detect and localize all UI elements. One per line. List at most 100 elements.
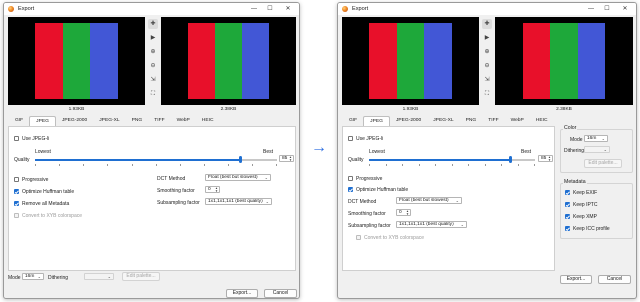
- use-jpeg-li-checkbox[interactable]: [14, 136, 19, 141]
- dithering-select[interactable]: ⌄: [84, 273, 114, 280]
- color-edit-palette-button[interactable]: Edit palette...: [584, 159, 622, 168]
- quality-slider-fill: [369, 159, 511, 161]
- exported-size: 2.38KB: [220, 107, 237, 112]
- tab-heic[interactable]: HEIC: [196, 116, 220, 126]
- optimize-huffman-checkbox[interactable]: [14, 189, 19, 194]
- keep-iptc-checkbox[interactable]: [565, 202, 570, 207]
- tab-jpeg[interactable]: JPEG: [363, 116, 390, 126]
- color-mode-label: Mode: [570, 137, 583, 143]
- subsampling-select[interactable]: 1x1,1x1,1x1 (best quality) ⌄: [205, 198, 272, 205]
- zoom-in-icon[interactable]: ⊕: [148, 47, 158, 57]
- exported-size: 2.38KB: [556, 107, 572, 112]
- remove-metadata-checkbox[interactable]: [14, 201, 19, 206]
- maximize-icon[interactable]: ☐: [263, 4, 277, 14]
- subsampling-select[interactable]: 1x1,1x1,1x1 (best quality) ⌄: [396, 221, 467, 228]
- spin-arrows-icon[interactable]: ▲ ▼: [289, 156, 292, 162]
- metadata-group-title: Metadata: [563, 179, 587, 185]
- color-group-title: Color: [563, 125, 578, 131]
- cancel-button[interactable]: Cancel: [598, 275, 631, 284]
- tab-webp[interactable]: WebP: [171, 116, 196, 126]
- close-icon[interactable]: ✕: [281, 4, 295, 14]
- tab-jpeg-2000[interactable]: JPEG-2000: [390, 116, 427, 126]
- subsampling-label: Subsampling factor: [157, 200, 200, 206]
- zoom-out-icon[interactable]: ⊖: [482, 61, 492, 71]
- tab-webp[interactable]: WebP: [505, 116, 530, 126]
- tab-tiff[interactable]: TIFF: [482, 116, 504, 126]
- tab-jpeg-xl[interactable]: JPEG-XL: [93, 116, 125, 126]
- dct-method-select[interactable]: Float (best but slowest) ⌄: [396, 197, 462, 204]
- smoothing-spinbox[interactable]: 0 ▲ ▼: [205, 186, 220, 193]
- exported-preview[interactable]: [161, 17, 296, 105]
- tab-png[interactable]: PNG: [126, 116, 149, 126]
- quality-spinbox[interactable]: 85 ▲ ▼: [538, 155, 553, 162]
- original-preview[interactable]: [342, 17, 479, 105]
- mode-value: 16m: [25, 274, 35, 279]
- bar-green: [62, 23, 91, 99]
- keep-xmp-checkbox[interactable]: [565, 214, 570, 219]
- mode-select[interactable]: 16m ⌄: [22, 273, 44, 280]
- tab-gif[interactable]: GIF: [343, 116, 363, 126]
- title-bar[interactable]: Export — ☐ ✕: [338, 3, 636, 15]
- play-icon[interactable]: ▶: [482, 33, 492, 43]
- chevron-down-icon: ⌄: [265, 199, 269, 204]
- quality-spinbox[interactable]: 85 ▲ ▼: [279, 155, 294, 162]
- cancel-button[interactable]: Cancel: [264, 289, 297, 298]
- zoom-out-icon[interactable]: ⊖: [148, 61, 158, 71]
- tab-tiff[interactable]: TIFF: [148, 116, 170, 126]
- edit-palette-button[interactable]: Edit palette...: [122, 272, 160, 281]
- fullscreen-icon[interactable]: ⛶: [148, 89, 158, 99]
- maximize-icon[interactable]: ☐: [600, 4, 614, 14]
- tab-jpeg[interactable]: JPEG: [29, 116, 56, 126]
- bar-black-right: [269, 23, 296, 99]
- bar-green: [550, 23, 578, 99]
- close-icon[interactable]: ✕: [618, 4, 632, 14]
- zoom-in-icon[interactable]: ⊕: [482, 47, 492, 57]
- tab-heic[interactable]: HEIC: [530, 116, 554, 126]
- export-dialog-after: Export — ☐ ✕ ✚ ▶ ⊕ ⊖ ⇲ ⛶ 1.93KB 2.38KB G: [337, 2, 637, 299]
- keep-iptc-label: Keep IPTC: [573, 202, 598, 208]
- progressive-checkbox[interactable]: [348, 176, 353, 181]
- fit-icon[interactable]: ⇲: [148, 75, 158, 85]
- use-jpeg-li-checkbox[interactable]: [348, 136, 353, 141]
- minimize-icon[interactable]: —: [247, 4, 261, 14]
- bar-green: [396, 23, 425, 99]
- keep-exif-checkbox[interactable]: [565, 190, 570, 195]
- export-button[interactable]: Export...: [560, 275, 592, 284]
- color-bars: [495, 23, 633, 99]
- spin-arrows-icon[interactable]: ▲ ▼: [548, 156, 551, 162]
- keep-icc-profile-checkbox[interactable]: [565, 226, 570, 231]
- convert-xyb-checkbox[interactable]: [356, 235, 361, 240]
- app-icon: [8, 6, 14, 12]
- chevron-down-icon: ⌄: [460, 222, 464, 227]
- progressive-checkbox[interactable]: [14, 177, 19, 182]
- dct-method-value: Float (best but slowest): [399, 198, 449, 203]
- title-bar[interactable]: Export — ☐ ✕: [4, 3, 299, 15]
- fit-icon[interactable]: ⇲: [482, 75, 492, 85]
- smoothing-value: 0: [208, 187, 211, 192]
- minimize-icon[interactable]: —: [584, 4, 598, 14]
- original-preview[interactable]: [8, 17, 145, 105]
- spin-arrows-icon[interactable]: ▲ ▼: [215, 187, 218, 193]
- tab-gif[interactable]: GIF: [9, 116, 29, 126]
- color-dithering-select[interactable]: ⌄: [584, 146, 610, 153]
- tab-png[interactable]: PNG: [460, 116, 483, 126]
- fullscreen-icon[interactable]: ⛶: [482, 89, 492, 99]
- tab-jpeg-2000[interactable]: JPEG-2000: [56, 116, 93, 126]
- color-picker-icon[interactable]: ✚: [148, 19, 158, 29]
- convert-xyb-checkbox[interactable]: [14, 213, 19, 218]
- exported-preview[interactable]: [495, 17, 633, 105]
- dct-method-select[interactable]: Float (best but slowest) ⌄: [205, 174, 271, 181]
- color-picker-icon[interactable]: ✚: [482, 19, 492, 29]
- spin-arrows-icon[interactable]: ▲ ▼: [406, 210, 409, 216]
- chevron-down-icon: ⌄: [455, 198, 459, 203]
- optimize-huffman-label: Optimize Huffman table: [356, 187, 409, 193]
- quality-slider-thumb[interactable]: [239, 156, 243, 163]
- play-icon[interactable]: ▶: [148, 33, 158, 43]
- optimize-huffman-checkbox[interactable]: [348, 187, 353, 192]
- format-tabs: GIF JPEG JPEG-2000 JPEG-XL PNG TIFF WebP…: [343, 116, 553, 126]
- smoothing-spinbox[interactable]: 0 ▲ ▼: [396, 209, 411, 216]
- tab-jpeg-xl[interactable]: JPEG-XL: [427, 116, 459, 126]
- quality-slider-thumb[interactable]: [508, 156, 512, 163]
- export-button[interactable]: Export...: [226, 289, 258, 298]
- color-mode-select[interactable]: 16m ⌄: [584, 135, 608, 142]
